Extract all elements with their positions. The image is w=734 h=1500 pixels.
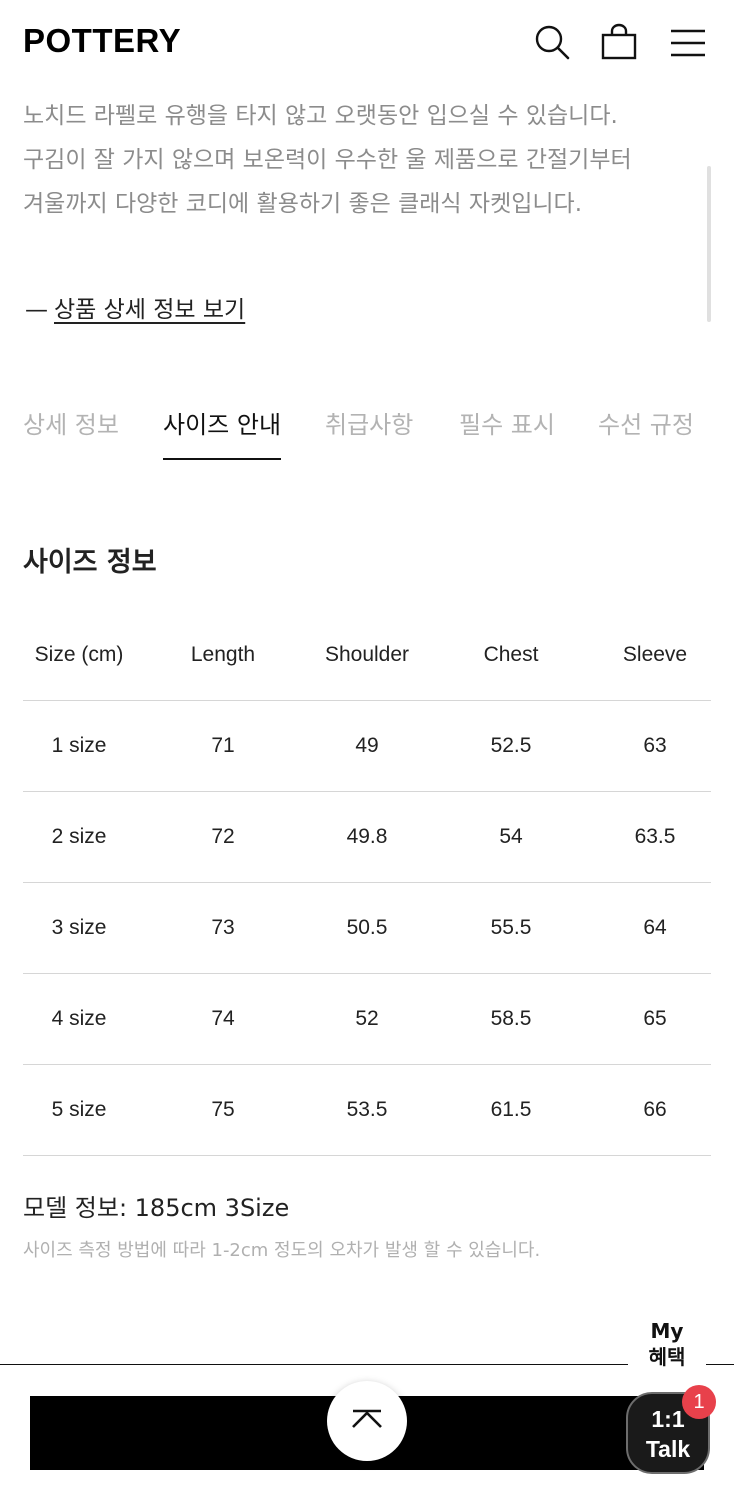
talk-label-line2: Talk xyxy=(645,1436,691,1462)
table-cell: 65 xyxy=(599,973,711,1065)
info-tabs: 상세 정보 사이즈 안내 취급사항 필수 표시 수선 규정 xyxy=(23,405,713,461)
size-table: Size (cm) Length Shoulder Chest Sleeve 1… xyxy=(23,610,711,1156)
header: POTTERY xyxy=(0,0,734,86)
table-cell: 2 size xyxy=(23,791,135,883)
table-row: 5 size 75 53.5 61.5 66 xyxy=(23,1064,711,1156)
table-cell: 5 size xyxy=(23,1064,135,1156)
table-cell: 53.5 xyxy=(311,1064,423,1156)
my-benefit-label-line1: My xyxy=(650,1319,684,1343)
table-cell: 55.5 xyxy=(423,882,599,974)
divider xyxy=(0,1364,734,1365)
column-header: Size (cm) xyxy=(23,610,135,701)
column-header: Chest xyxy=(423,610,599,701)
table-cell: 52.5 xyxy=(423,700,599,792)
tab-care[interactable]: 취급사항 xyxy=(325,405,413,440)
table-cell: 52 xyxy=(311,973,423,1065)
dash-icon: — xyxy=(25,297,48,323)
table-cell: 66 xyxy=(599,1064,711,1156)
table-cell: 3 size xyxy=(23,882,135,974)
table-cell: 63.5 xyxy=(599,791,711,883)
tab-required-notice[interactable]: 필수 표시 xyxy=(459,405,555,440)
description-line: 구김이 잘 가지 않으며 보온력이 우수한 울 제품으로 간절기부터 xyxy=(23,147,632,173)
model-info: 모델 정보: 185cm 3Size xyxy=(23,1194,290,1222)
scrollbar[interactable] xyxy=(707,166,711,322)
table-cell: 49 xyxy=(311,700,423,792)
table-cell: 73 xyxy=(135,882,311,974)
table-header-row: Size (cm) Length Shoulder Chest Sleeve xyxy=(23,610,711,701)
table-cell: 58.5 xyxy=(423,973,599,1065)
table-cell: 1 size xyxy=(23,700,135,792)
table-row: 1 size 71 49 52.5 63 xyxy=(23,700,711,792)
table-cell: 63 xyxy=(599,700,711,792)
table-cell: 74 xyxy=(135,973,311,1065)
product-detail-link[interactable]: — 상품 상세 정보 보기 xyxy=(25,290,245,324)
product-detail-link-label[interactable]: 상품 상세 정보 보기 xyxy=(54,297,245,323)
menu-icon[interactable] xyxy=(668,22,708,62)
size-info-title: 사이즈 정보 xyxy=(23,547,157,578)
table-row: 4 size 74 52 58.5 65 xyxy=(23,973,711,1065)
column-header: Length xyxy=(135,610,311,701)
chevron-up-icon xyxy=(350,1408,384,1435)
notification-badge: 1 xyxy=(682,1385,716,1419)
tab-repair-policy[interactable]: 수선 규정 xyxy=(598,405,694,440)
table-cell: 75 xyxy=(135,1064,311,1156)
description-line: 노치드 라펠로 유행을 타지 않고 오랫동안 입으실 수 있습니다. xyxy=(23,103,618,129)
table-row: 3 size 73 50.5 55.5 64 xyxy=(23,882,711,974)
scroll-top-button[interactable] xyxy=(327,1381,407,1461)
logo[interactable]: POTTERY xyxy=(23,22,181,60)
cart-icon[interactable] xyxy=(599,22,639,62)
tab-detail-info[interactable]: 상세 정보 xyxy=(23,405,119,440)
column-header: Sleeve xyxy=(599,610,711,701)
table-cell: 50.5 xyxy=(311,882,423,974)
tab-size-guide[interactable]: 사이즈 안내 xyxy=(163,405,282,460)
table-row: 2 size 72 49.8 54 63.5 xyxy=(23,791,711,883)
table-cell: 72 xyxy=(135,791,311,883)
product-description: 노치드 라펠로 유행을 타지 않고 오랫동안 입으실 수 있습니다. 구김이 잘… xyxy=(23,64,693,226)
my-benefit-button[interactable]: My 혜택 xyxy=(628,1318,706,1374)
table-cell: 4 size xyxy=(23,973,135,1065)
table-cell: 54 xyxy=(423,791,599,883)
search-icon[interactable] xyxy=(532,22,572,62)
measurement-note: 사이즈 측정 방법에 따라 1-2cm 정도의 오차가 발생 할 수 있습니다. xyxy=(23,1240,541,1261)
table-cell: 64 xyxy=(599,882,711,974)
table-cell: 49.8 xyxy=(311,791,423,883)
my-benefit-label-line2: 혜택 xyxy=(648,1345,686,1369)
description-line: 겨울까지 다양한 코디에 활용하기 좋은 클래식 자켓입니다. xyxy=(23,191,583,217)
table-cell: 61.5 xyxy=(423,1064,599,1156)
table-cell: 71 xyxy=(135,700,311,792)
column-header: Shoulder xyxy=(311,610,423,701)
